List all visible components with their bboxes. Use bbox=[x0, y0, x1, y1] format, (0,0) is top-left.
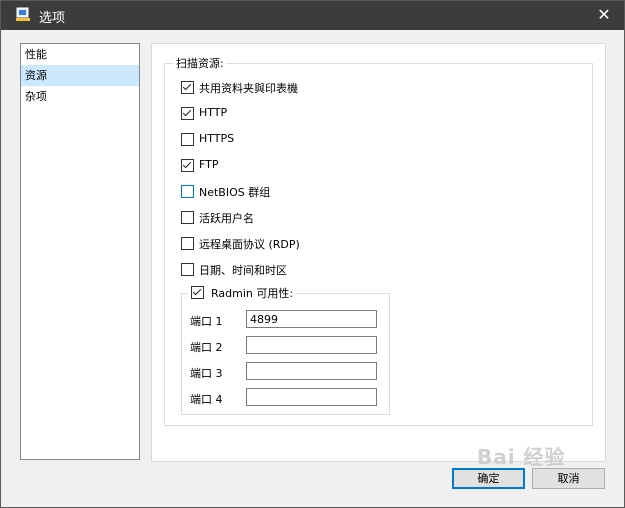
port-1-input[interactable] bbox=[246, 310, 377, 328]
checkbox[interactable] bbox=[181, 211, 194, 224]
checkbox[interactable] bbox=[181, 185, 194, 198]
option-label: NetBIOS 群组 bbox=[199, 186, 271, 199]
options-dialog: 选项 ✕ 性能 资源 杂项 扫描资源: 共用资料夹與印表機 HTTP HTTPS… bbox=[0, 0, 625, 508]
category-list: 性能 资源 杂项 bbox=[20, 43, 140, 460]
checkbox[interactable] bbox=[181, 237, 194, 250]
checkbox[interactable] bbox=[181, 159, 194, 172]
option-label: 远程桌面协议 (RDP) bbox=[199, 238, 300, 251]
app-icon bbox=[16, 7, 30, 21]
settings-panel: 扫描资源: 共用资料夹與印表機 HTTP HTTPS FTP NetBIOS 群… bbox=[151, 43, 606, 462]
port-3-input[interactable] bbox=[246, 362, 377, 380]
cancel-button[interactable]: 取消 bbox=[532, 468, 605, 489]
dialog-client: 性能 资源 杂项 扫描资源: 共用资料夹與印表機 HTTP HTTPS FTP … bbox=[8, 30, 618, 503]
checkbox[interactable] bbox=[181, 107, 194, 120]
title-bar[interactable]: 选项 ✕ bbox=[1, 1, 624, 30]
checkbox[interactable] bbox=[181, 133, 194, 146]
option-label: HTTP bbox=[199, 106, 228, 119]
option-label: HTTPS bbox=[199, 132, 235, 145]
close-icon[interactable]: ✕ bbox=[592, 4, 616, 26]
option-label: 共用资料夹與印表機 bbox=[199, 82, 298, 95]
checkbox[interactable] bbox=[181, 81, 194, 94]
port-label: 端口 3 bbox=[190, 367, 223, 380]
window-title: 选项 bbox=[39, 11, 66, 26]
ok-button[interactable]: 确定 bbox=[452, 468, 525, 489]
nav-item-performance[interactable]: 性能 bbox=[21, 44, 139, 65]
checkbox[interactable] bbox=[181, 263, 194, 276]
scan-resources-legend: 扫描资源: bbox=[173, 55, 227, 71]
option-label: FTP bbox=[199, 158, 219, 171]
option-label: 活跃用户名 bbox=[199, 212, 254, 225]
port-label: 端口 1 bbox=[190, 315, 223, 328]
port-4-input[interactable] bbox=[246, 388, 377, 406]
nav-item-resources[interactable]: 资源 bbox=[21, 65, 139, 86]
nav-item-misc[interactable]: 杂项 bbox=[21, 86, 139, 107]
scan-resources-group: 扫描资源: 共用资料夹與印表機 HTTP HTTPS FTP NetBIOS 群… bbox=[164, 55, 593, 426]
radmin-legend: Radmin 可用性: bbox=[211, 287, 294, 300]
radmin-availability-option[interactable]: Radmin 可用性: bbox=[188, 285, 297, 301]
port-2-input[interactable] bbox=[246, 336, 377, 354]
port-label: 端口 4 bbox=[190, 393, 223, 406]
option-label: 日期、时间和时区 bbox=[199, 264, 287, 277]
radmin-group: Radmin 可用性: 端口 1 端口 2 端口 3 bbox=[181, 285, 390, 415]
port-label: 端口 2 bbox=[190, 341, 223, 354]
